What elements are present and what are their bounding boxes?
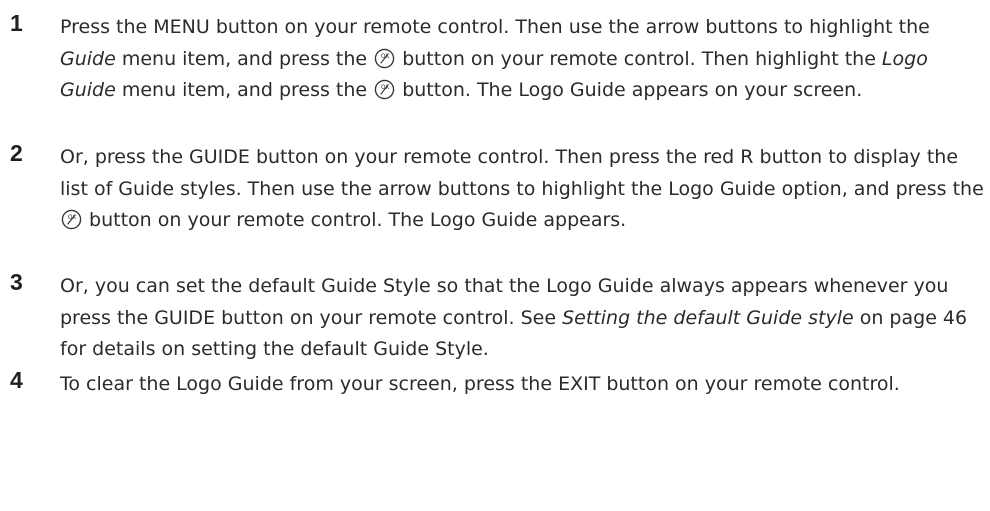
- text-run: menu item, and press the: [115, 47, 374, 70]
- text-run: Or, press the GUIDE button on your remot…: [60, 146, 984, 200]
- cross-reference: Setting the default Guide style: [562, 306, 854, 329]
- step-text: To clear the Logo Guide from your screen…: [60, 369, 985, 401]
- step-text: Or, you can set the default Guide Style …: [60, 271, 985, 366]
- step-number: 4: [10, 367, 23, 393]
- step-number: 1: [10, 10, 23, 36]
- ok-button-icon: OK: [374, 79, 395, 100]
- menu-item-guide: Guide: [60, 47, 116, 70]
- text-run: menu item, and press the: [115, 79, 374, 101]
- text-run: Press the MENU button on your remote con…: [60, 16, 930, 38]
- step-number: 2: [10, 140, 23, 166]
- text-run: button. The Logo Guide appears on your s…: [396, 79, 863, 101]
- step-text: Press the MENU button on your remote con…: [60, 12, 985, 107]
- step-text: Or, press the GUIDE button on your remot…: [60, 142, 985, 237]
- text-run: button on your remote control. Then high…: [396, 47, 882, 70]
- text-run: To clear the Logo Guide from your screen…: [60, 373, 900, 395]
- text-run: button on your remote control. The Logo …: [83, 209, 627, 231]
- step-number: 3: [10, 269, 23, 295]
- ok-button-icon: OK: [61, 209, 82, 230]
- ok-button-icon: OK: [374, 48, 395, 68]
